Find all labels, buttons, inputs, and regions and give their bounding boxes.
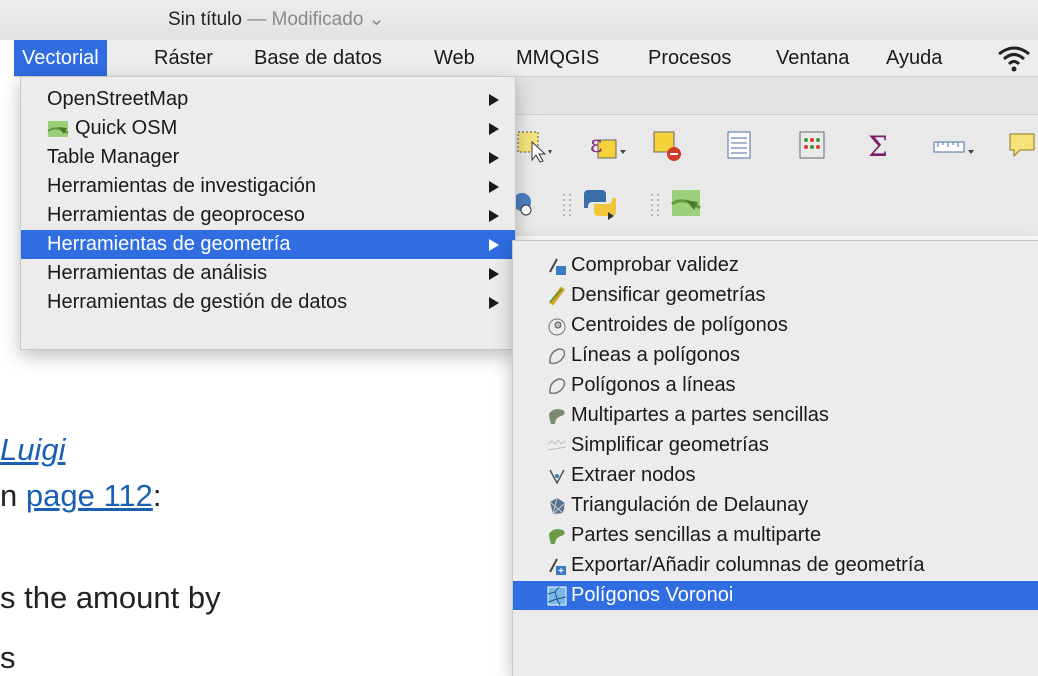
menu-procesos[interactable]: Procesos: [640, 40, 739, 76]
wifi-icon[interactable]: [996, 44, 1032, 72]
multipart-icon: [549, 409, 565, 424]
page-link[interactable]: page 112: [26, 478, 153, 513]
toolbar-handle-2[interactable]: [646, 188, 666, 224]
statistics-sum-icon[interactable]: Σ: [862, 128, 898, 164]
menu-item-herramientas-analisis[interactable]: Herramientas de análisis: [21, 259, 515, 288]
polygons-to-lines-icon: [549, 378, 566, 395]
attribute-table-icon[interactable]: [722, 128, 758, 164]
title-bar: Sin título — Modificado ⌄: [0, 0, 1038, 40]
simplify-icon: [547, 439, 567, 451]
body-text-partial: s: [0, 640, 16, 675]
extract-nodes-icon: [549, 469, 565, 485]
densify-icon: [549, 286, 565, 306]
menu-item-delaunay[interactable]: Triangulación de Delaunay: [513, 491, 1038, 520]
menu-ayuda[interactable]: Ayuda: [878, 40, 950, 76]
page-reference: n page 112:: [0, 478, 162, 513]
menu-item-extraer-nodos[interactable]: Extraer nodos: [513, 461, 1038, 490]
select-features-icon[interactable]: [516, 128, 556, 164]
lines-to-polygons-icon: [549, 348, 566, 365]
quick-osm-icon: [47, 121, 69, 137]
submenu-arrow-icon: [489, 268, 499, 280]
menu-item-openstreetmap[interactable]: OpenStreetMap: [21, 85, 515, 114]
submenu-arrow-icon: [489, 181, 499, 193]
toolbar-strip: [512, 76, 1038, 115]
menu-item-multipartes-a-sencillas[interactable]: Multipartes a partes sencillas: [513, 401, 1038, 430]
menu-web[interactable]: Web: [426, 40, 483, 76]
toolbar-handle-1[interactable]: [558, 188, 578, 224]
menu-item-herramientas-investigacion[interactable]: Herramientas de investigación: [21, 172, 515, 201]
svg-text:ε: ε: [590, 130, 602, 158]
menu-item-poligonos-voronoi[interactable]: Polígonos Voronoi: [513, 581, 1038, 610]
submenu-arrow-icon: [489, 94, 499, 106]
menu-item-lineas-a-poligonos[interactable]: Líneas a polígonos: [513, 341, 1038, 370]
menu-item-comprobar-validez[interactable]: Comprobar validez: [513, 251, 1038, 280]
svg-text:Σ: Σ: [868, 130, 888, 163]
menu-mmqgis[interactable]: MMQGIS: [508, 40, 607, 76]
menu-ventana[interactable]: Ventana: [768, 40, 857, 76]
geometry-submenu: Comprobar validez Densificar geometrías …: [512, 240, 1038, 676]
quick-osm-toolbar-icon[interactable]: [668, 186, 706, 224]
menu-item-herramientas-geometria[interactable]: Herramientas de geometría: [21, 230, 515, 259]
menu-item-herramientas-gestion-datos[interactable]: Herramientas de gestión de datos: [21, 288, 515, 317]
author-link[interactable]: Luigi: [0, 432, 66, 468]
toolbar-area: ε Σ: [512, 76, 1038, 236]
menu-item-densificar[interactable]: Densificar geometrías: [513, 281, 1038, 310]
submenu-arrow-icon: [489, 152, 499, 164]
delaunay-icon: [549, 497, 566, 515]
window-title: Sin título — Modificado ⌄: [168, 9, 385, 30]
voronoi-icon: [547, 586, 567, 606]
menu-bar: Vectorial Ráster Base de datos Web MMQGI…: [14, 40, 1038, 77]
python-console-icon[interactable]: [580, 186, 620, 224]
measure-line-icon[interactable]: [932, 128, 978, 164]
vectorial-menu: OpenStreetMap Quick OSM Table Manager He…: [20, 76, 516, 350]
body-text: s the amount by: [0, 580, 221, 615]
menu-base-de-datos[interactable]: Base de datos: [246, 40, 390, 76]
menu-raster[interactable]: Ráster: [146, 40, 221, 76]
export-geometry-columns-icon: [549, 558, 566, 575]
menu-item-herramientas-geoproceso[interactable]: Herramientas de geoproceso: [21, 201, 515, 230]
submenu-arrow-icon: [489, 123, 499, 135]
field-calculator-icon[interactable]: [794, 128, 830, 164]
submenu-arrow-icon: [489, 239, 499, 251]
map-tips-icon[interactable]: [1004, 128, 1038, 164]
menu-item-simplificar[interactable]: Simplificar geometrías: [513, 431, 1038, 460]
submenu-arrow-icon: [489, 210, 499, 222]
singleparts-icon: [549, 529, 565, 544]
menu-item-table-manager[interactable]: Table Manager: [21, 143, 515, 172]
submenu-arrow-icon: [489, 297, 499, 309]
check-validity-icon: [549, 258, 566, 275]
menu-item-quick-osm[interactable]: Quick OSM: [21, 114, 515, 143]
centroid-icon: [548, 318, 566, 336]
deselect-icon[interactable]: [652, 128, 688, 164]
menu-item-exportar-columnas-geometria[interactable]: Exportar/Añadir columnas de geometría: [513, 551, 1038, 580]
menu-item-sencillas-a-multiparte[interactable]: Partes sencillas a multiparte: [513, 521, 1038, 550]
menu-item-centroides[interactable]: Centroides de polígonos: [513, 311, 1038, 340]
menu-item-poligonos-a-lineas[interactable]: Polígonos a líneas: [513, 371, 1038, 400]
menu-vectorial[interactable]: Vectorial: [14, 40, 107, 76]
select-expression-icon[interactable]: ε: [586, 128, 630, 164]
